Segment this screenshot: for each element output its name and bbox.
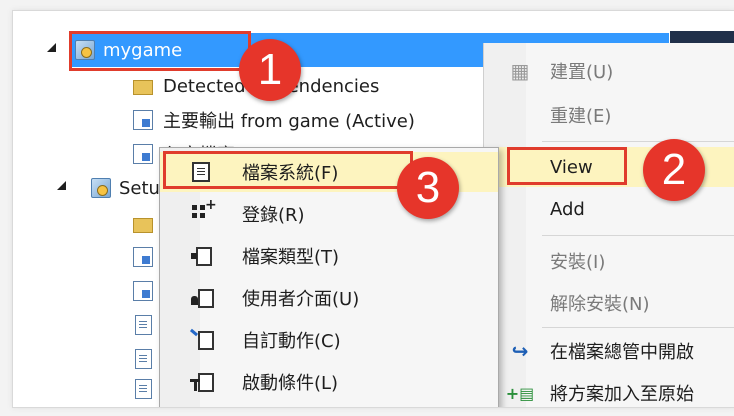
source-control-add-icon: +▤ xyxy=(505,383,535,403)
menu-separator xyxy=(542,141,734,142)
build-icon: ▦ xyxy=(510,59,530,83)
launch-conditions-icon xyxy=(190,372,214,392)
submenu-item-file-types[interactable]: 檔案類型(T) xyxy=(160,236,498,276)
custom-actions-icon xyxy=(198,330,214,350)
menu-item-label: 將方案加入至原始 xyxy=(550,384,694,405)
project-output-icon xyxy=(133,144,153,164)
step-badge-3: 3 xyxy=(397,157,459,219)
step-badge-2: 2 xyxy=(643,139,705,201)
project-output-icon xyxy=(133,247,153,267)
menu-item-label: 在檔案總管中開啟 xyxy=(550,342,694,363)
menu-item-add-to-source-control[interactable]: +▤ 將方案加入至原始 xyxy=(484,373,734,407)
menu-item-build[interactable]: ▦ 建置(U) xyxy=(484,51,734,91)
menu-item-label: 檔案類型(T) xyxy=(242,247,340,268)
menu-item-label: 登錄(R) xyxy=(242,205,305,226)
file-types-icon xyxy=(191,246,212,266)
project-output-icon xyxy=(133,281,153,301)
project-output-icon xyxy=(133,110,153,130)
menu-separator xyxy=(542,327,734,328)
document-icon xyxy=(135,349,152,369)
folder-icon xyxy=(133,218,153,233)
menu-item-label: 啟動條件(L) xyxy=(242,373,339,394)
submenu-item-launch-conditions[interactable]: 啟動條件(L) xyxy=(160,362,498,402)
menu-item-label: 建置(U) xyxy=(550,62,614,83)
tree-item-primary-output[interactable]: 主要輸出 from game (Active) xyxy=(133,103,415,137)
step-badge-1: 1 xyxy=(239,39,301,101)
submenu-item-custom-actions[interactable]: 自訂動作(C) xyxy=(160,320,498,360)
expand-arrow-icon[interactable] xyxy=(57,181,66,190)
document-icon xyxy=(135,315,152,335)
setup-project-icon xyxy=(91,178,111,198)
menu-item-install[interactable]: 安裝(I) xyxy=(484,241,734,281)
highlight-box-step3 xyxy=(163,151,413,189)
registry-icon xyxy=(192,197,217,225)
menu-item-label: 安裝(I) xyxy=(550,252,606,273)
highlight-box-step2 xyxy=(507,147,627,185)
menu-item-open-in-explorer[interactable]: ↪ 在檔案總管中開啟 xyxy=(484,331,734,371)
menu-item-uninstall[interactable]: 解除安裝(N) xyxy=(484,283,734,323)
menu-item-label: 自訂動作(C) xyxy=(242,331,341,352)
folder-icon xyxy=(133,80,153,95)
document-icon xyxy=(135,379,152,399)
user-interface-icon xyxy=(191,288,214,308)
tree-item-label: 主要輸出 from game (Active) xyxy=(163,111,415,132)
menu-item-label: 使用者介面(U) xyxy=(242,289,360,310)
menu-item-add[interactable]: Add xyxy=(484,189,734,229)
menu-item-label: Add xyxy=(550,198,585,220)
highlight-box-step1 xyxy=(69,31,251,71)
menu-separator xyxy=(542,235,734,236)
submenu-item-user-interface[interactable]: 使用者介面(U) xyxy=(160,278,498,318)
menu-item-label: 解除安裝(N) xyxy=(550,294,650,315)
open-folder-arrow-icon: ↪ xyxy=(511,339,529,363)
expand-arrow-icon[interactable] xyxy=(47,43,56,52)
menu-item-rebuild[interactable]: 重建(E) xyxy=(484,95,734,135)
solution-explorer-window: mygame Detected Dependencies 主要輸出 from g… xyxy=(12,10,734,408)
menu-item-label: 重建(E) xyxy=(550,106,612,127)
project-context-menu: ▦ 建置(U) 重建(E) View Add 安裝(I) 解除安裝(N) ↪ 在… xyxy=(483,43,734,407)
